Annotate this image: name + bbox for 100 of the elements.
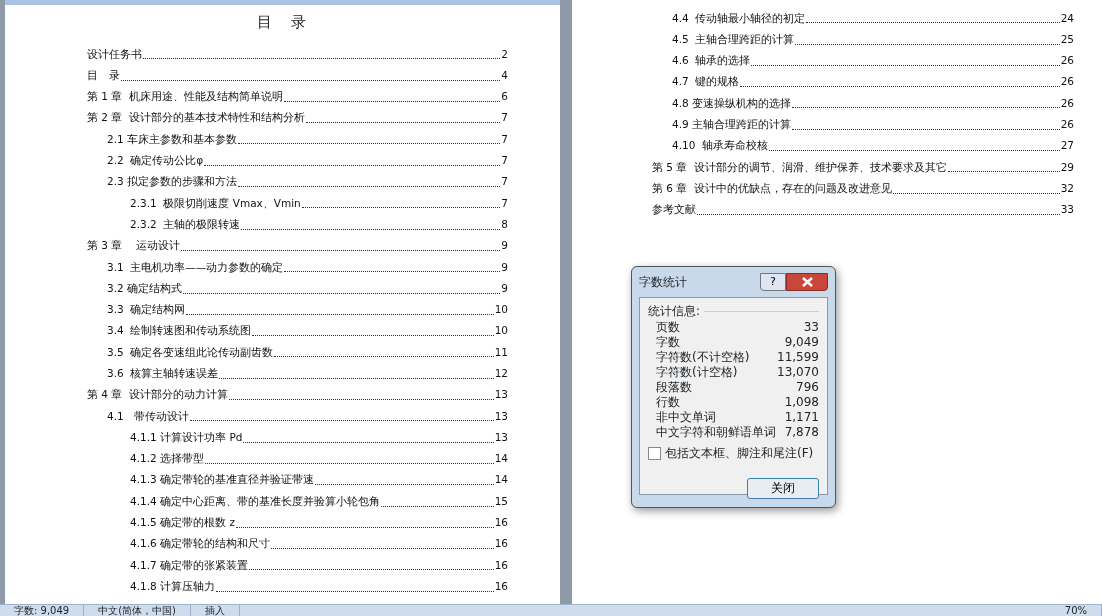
toc-entry-title: 2.3 拟定参数的步骤和方法 — [107, 174, 238, 190]
page-number: 32 — [1060, 180, 1074, 196]
page-number: 26 — [1060, 95, 1074, 111]
toc-entry-title: 2.3.1 极限切削速度 Vmax、Vmin — [130, 195, 301, 211]
toc-entry-title: 4.10 轴承寿命校核 — [672, 138, 769, 154]
page-number: 9 — [501, 280, 508, 296]
page-number: 11 — [494, 344, 508, 360]
toc-entry-title: 4.1.5 确定带的根数 z — [130, 515, 235, 531]
page-number: 10 — [494, 323, 508, 339]
toc-entry-title: 4.1.1 计算设计功率 Pd — [130, 429, 243, 445]
stat-value: 1,171 — [784, 410, 819, 425]
status-text: 中文(简体，中国) — [84, 605, 191, 616]
stat-label: 行数 — [656, 395, 680, 410]
page-number: 10 — [494, 302, 508, 318]
toc-entry-title: 设计任务书 — [87, 46, 142, 62]
stat-label: 中文字符和朝鲜语单词 — [656, 425, 776, 440]
checkbox[interactable] — [648, 446, 661, 460]
stat-value: 13,070 — [777, 365, 819, 380]
page-number: 16 — [494, 515, 508, 531]
toc-entry-title: 4.1 带传动设计 — [107, 408, 189, 424]
checkbox-label: 包括文本框、脚注和尾注(F) — [665, 445, 814, 462]
page-number: 12 — [494, 366, 508, 381]
toc-entry-title: 3.1 主电机功率——动力参数的确定 — [107, 259, 284, 275]
stat-value: 11,599 — [777, 350, 819, 365]
page-number: 2 — [501, 46, 508, 62]
toc-entry-title: 4.4 传动轴最小轴径的初定 — [672, 10, 806, 26]
toc-entry-title: 第 2 章 设计部分的基本技术特性和结构分析 — [87, 110, 306, 126]
stat-label: 非中文单词 — [656, 410, 716, 425]
page-number: 7 — [501, 110, 508, 126]
page-number: 13 — [494, 408, 508, 424]
toc-entry-title: 2.2 确定传动公比φ — [107, 153, 204, 169]
status-text: 字数: 9,049 — [0, 605, 85, 616]
page-number: 25 — [1060, 31, 1074, 47]
toc-entry-title: 4.1.2 选择带型 — [130, 451, 205, 467]
page-number: 14 — [494, 472, 508, 488]
page-number: 26 — [1060, 74, 1074, 90]
toc-entry-title: 4.9 主轴合理跨距的计算 — [672, 117, 792, 133]
toc-entry-title: 目 录 — [87, 67, 120, 83]
status-text: 插入 — [191, 605, 240, 616]
stat-label: 段落数 — [656, 380, 692, 395]
stat-label: 字数 — [656, 335, 680, 350]
close-icon — [801, 277, 813, 287]
close-dialog-button[interactable]: 关闭 — [747, 478, 819, 499]
page-number: 7 — [501, 131, 508, 147]
toc-entry-title: 4.1.8 计算压轴力 — [130, 578, 216, 594]
help-button[interactable]: ? — [760, 273, 786, 291]
toc-entry-title: 2.1 车床主参数和基本参数 — [107, 131, 238, 147]
toc-entry-title: 4.7 键的规格 — [672, 74, 740, 90]
stat-value: 1,098 — [784, 395, 819, 410]
page-number: 9 — [501, 238, 508, 254]
toc-entry-title: 3.4 绘制转速图和传动系统图 — [107, 323, 252, 339]
page-number: 14 — [494, 451, 508, 467]
toc-title: 目 录 — [256, 12, 309, 33]
page-number: 8 — [501, 216, 508, 232]
toc-entry-title: 2.3.2 主轴的极限转速 — [130, 216, 241, 232]
page-number: 9 — [501, 259, 508, 275]
stat-value: 33 — [803, 320, 819, 335]
stat-value: 796 — [796, 380, 819, 395]
page-number: 7 — [501, 174, 508, 190]
stat-value: 7,878 — [784, 425, 819, 440]
page-number: 24 — [1060, 10, 1074, 26]
page-number: 7 — [501, 195, 508, 211]
toc-entry-title: 第 4 章 设计部分的动力计算 — [87, 387, 229, 403]
toc-entry-title: 4.8 变速操纵机构的选择 — [672, 95, 792, 111]
toc-entry-title: 第 6 章 设计中的优缺点，存在的问题及改进意见 — [652, 180, 893, 196]
dialog-title: 字数统计 — [639, 274, 687, 291]
page-number: 16 — [494, 557, 508, 573]
toc-entry-title: 3.5 确定各变速组此论传动副齿数 — [107, 344, 274, 360]
close-button[interactable] — [786, 273, 828, 291]
toc-entry-title: 4.1.3 确定带轮的基准直径并验证带速 — [130, 472, 315, 488]
stat-label: 字符数(不计空格) — [656, 350, 750, 365]
page-number: 4 — [501, 67, 508, 83]
toc-entry-title: 4.1.6 确定带轮的结构和尺寸 — [130, 536, 271, 552]
page-number: 27 — [1060, 138, 1074, 154]
toc-entry-title: 参考文献 — [652, 202, 696, 218]
toc-entry-title: 第 3 章 运动设计 — [87, 238, 180, 254]
page-number: 13 — [494, 387, 508, 403]
page-number: 26 — [1060, 53, 1074, 69]
toc-entry-title: 3.6 核算主轴转速误差 — [107, 366, 219, 381]
page-number: 13 — [494, 429, 508, 445]
group-label: 统计信息: — [648, 303, 701, 320]
page-number: 7 — [501, 153, 508, 169]
toc-entry-title: 第 1 章 机床用途、性能及结构简单说明 — [87, 89, 284, 105]
toc-entry-title: 4.5 主轴合理跨距的计算 — [672, 31, 795, 47]
page-number: 15 — [494, 493, 508, 509]
page-number: 26 — [1060, 117, 1074, 133]
page-number: 16 — [494, 536, 508, 552]
toc-entry-title: 4.1.7 确定带的张紧装置 — [130, 557, 249, 573]
toc-entry-title: 第 5 章 设计部分的调节、润滑、维护保养、技术要求及其它 — [652, 159, 948, 175]
page-number: 6 — [501, 89, 508, 105]
toc-entry-title: 3.3 确定结构网 — [107, 302, 186, 318]
toc-entry-title: 4.6 轴承的选择 — [672, 53, 751, 69]
page-number: 29 — [1060, 159, 1074, 175]
zoom-level: 70% — [1050, 605, 1102, 616]
page-number: 33 — [1060, 202, 1074, 218]
toc-entry-title: 3.2 确定结构式 — [107, 280, 183, 296]
toc-entry-title: 4.1.4 确定中心距离、带的基准长度并验算小轮包角 — [130, 493, 381, 509]
stat-label: 页数 — [656, 320, 680, 335]
stat-value: 9,049 — [784, 335, 819, 350]
page-number: 16 — [494, 578, 508, 594]
